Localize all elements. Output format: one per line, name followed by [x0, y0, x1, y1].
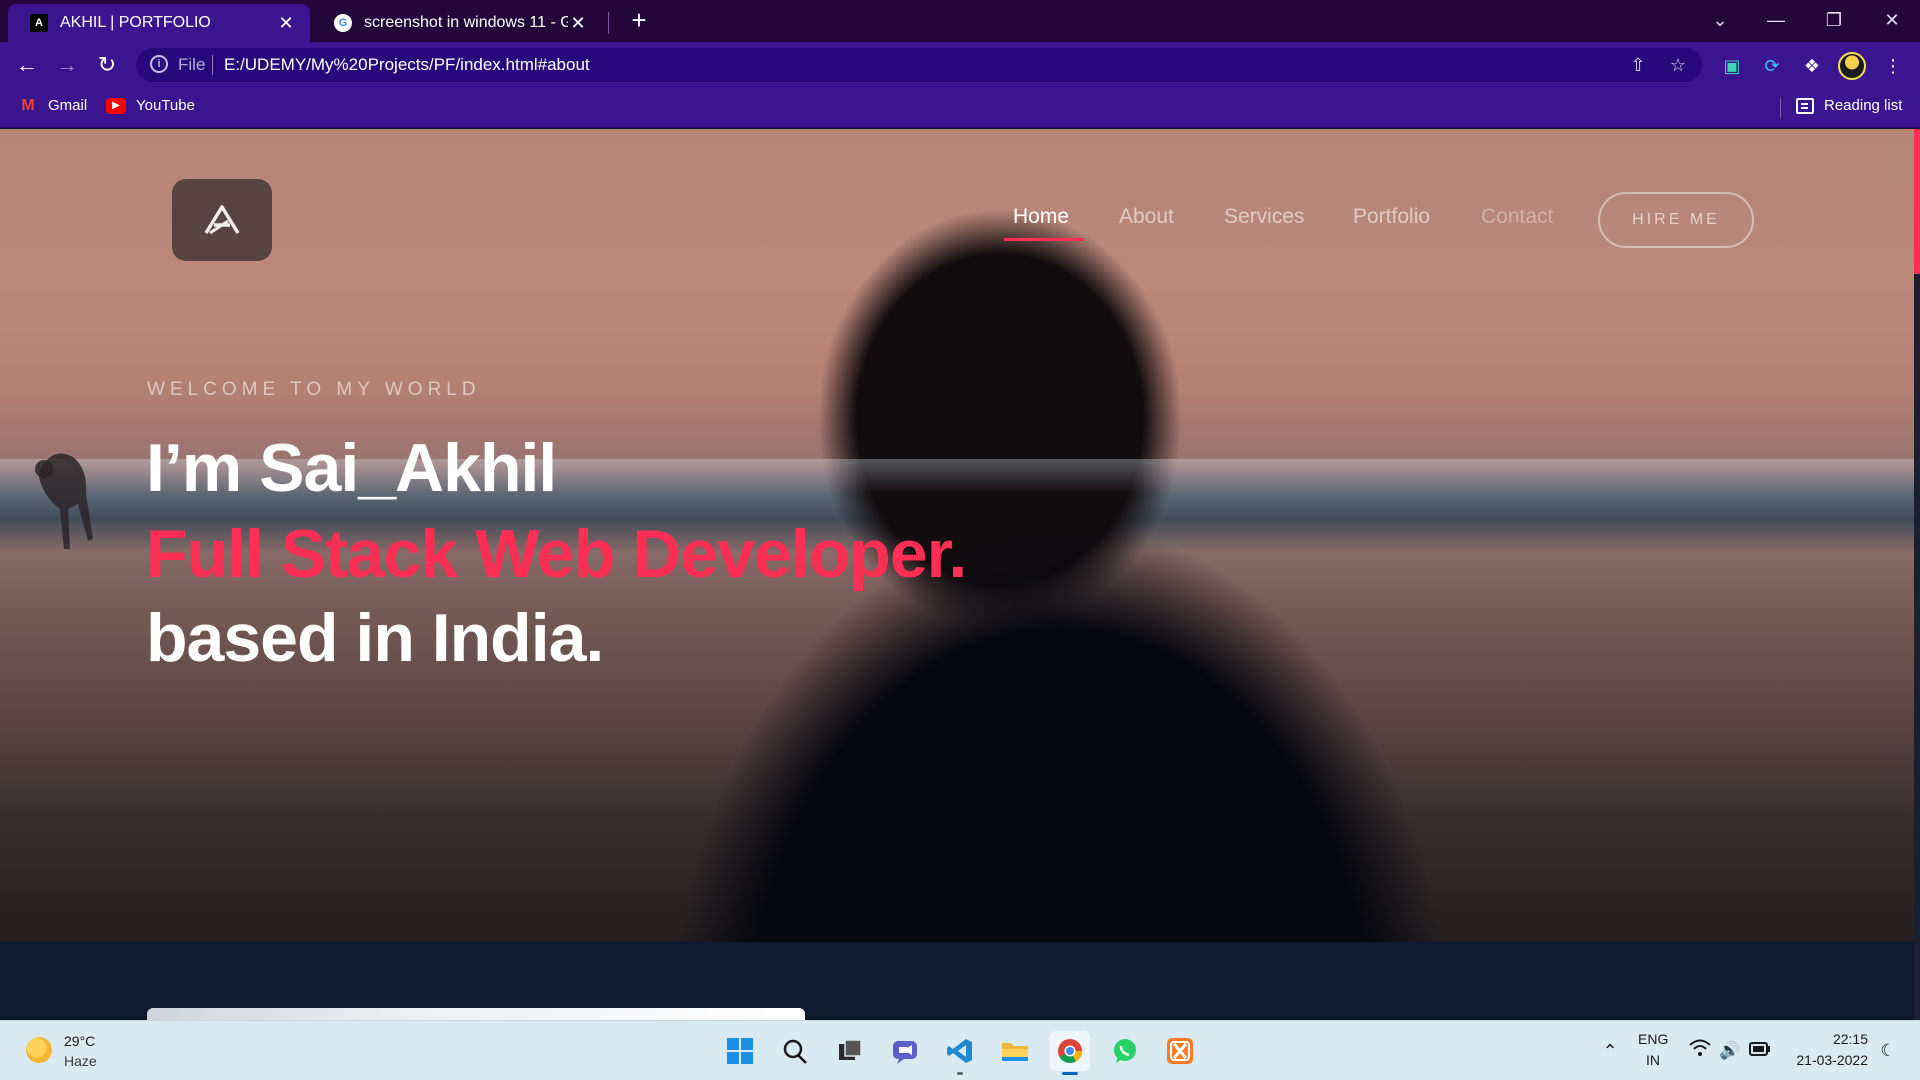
- google-favicon-icon: G: [334, 14, 352, 32]
- hero-headline-location: based in India.: [146, 600, 604, 676]
- weather-moon-icon: [26, 1037, 52, 1063]
- menu-kebab-icon[interactable]: ⋮: [1880, 53, 1906, 79]
- scheme-label: File: [178, 55, 206, 74]
- new-tab-button[interactable]: +: [624, 6, 654, 36]
- restore-button[interactable]: ❐: [1806, 0, 1862, 42]
- tab-google-search[interactable]: G screenshot in windows 11 - Goog ✕: [312, 4, 602, 42]
- hire-me-button[interactable]: HIRE ME: [1598, 192, 1754, 248]
- site-info-icon[interactable]: i: [150, 55, 168, 73]
- weather-description: Haze: [64, 1053, 97, 1069]
- tab-search-dropdown-icon[interactable]: ⌄: [1692, 0, 1748, 42]
- scrollbar-thumb[interactable]: [1914, 129, 1920, 274]
- minimize-button[interactable]: —: [1748, 0, 1804, 42]
- chrome-running-indicator: [1062, 1072, 1078, 1075]
- hero-headline-role: Full Stack Web Developer.: [146, 516, 967, 592]
- clock-date: 21-03-2022: [1796, 1052, 1868, 1068]
- address-divider: [212, 55, 213, 75]
- xampp-icon[interactable]: [1160, 1031, 1200, 1071]
- tab-title: screenshot in windows 11 - Goog: [364, 14, 568, 31]
- address-bar[interactable]: i File E:/UDEMY/My%20Projects/PF/index.h…: [136, 48, 1702, 82]
- reload-icon[interactable]: ↻: [92, 51, 122, 79]
- nav-services[interactable]: Services: [1224, 205, 1305, 229]
- welcome-subtitle: WELCOME TO MY WORLD: [147, 379, 481, 400]
- battery-icon[interactable]: [1748, 1039, 1772, 1063]
- file-explorer-icon[interactable]: [995, 1031, 1035, 1071]
- extension-screen-icon[interactable]: ▣: [1719, 53, 1745, 79]
- about-image-card: [147, 1008, 805, 1020]
- browser-toolbar: ← → ↻ i File E:/UDEMY/My%20Projects/PF/i…: [0, 42, 1920, 88]
- system-clock[interactable]: 22:15 21-03-2022: [1786, 1021, 1868, 1080]
- language-code: ENG: [1638, 1031, 1669, 1047]
- bookmark-label: YouTube: [136, 97, 195, 114]
- about-section: [0, 942, 1914, 1020]
- task-view-icon[interactable]: [830, 1031, 870, 1071]
- hero-background-figure: [35, 453, 93, 549]
- reading-list-button[interactable]: Reading list: [1796, 97, 1902, 114]
- chrome-icon[interactable]: [1050, 1031, 1090, 1075]
- nav-home[interactable]: Home: [1013, 205, 1069, 229]
- close-window-button[interactable]: ✕: [1864, 0, 1920, 42]
- nav-about[interactable]: About: [1119, 205, 1174, 229]
- logo-a-icon: [204, 205, 240, 235]
- share-icon[interactable]: ⇧: [1626, 53, 1650, 77]
- reading-list-label: Reading list: [1824, 97, 1903, 114]
- bookmark-label: Gmail: [48, 97, 88, 114]
- clock-time: 22:15: [1832, 1031, 1868, 1047]
- region-code: IN: [1646, 1052, 1660, 1068]
- close-tab-icon[interactable]: ✕: [568, 13, 588, 34]
- weather-temperature: 29°C: [64, 1033, 96, 1049]
- bookmark-gmail[interactable]: M Gmail: [18, 96, 88, 115]
- site-logo[interactable]: A: [172, 179, 272, 261]
- nav-portfolio[interactable]: Portfolio: [1353, 205, 1430, 229]
- show-hidden-icons-chevron-icon[interactable]: ⌃: [1598, 1039, 1622, 1063]
- profile-avatar[interactable]: [1838, 52, 1866, 80]
- windows-taskbar: 29°C Haze ⌃ ENG IN 🔊 22:15 21-03-2022 ☾: [0, 1020, 1920, 1080]
- bookmark-youtube[interactable]: ▶ YouTube: [106, 97, 195, 114]
- hero-section: A Home About Services Portfolio Contact …: [0, 129, 1914, 942]
- site-favicon-icon: A: [30, 14, 48, 32]
- focus-assist-moon-icon[interactable]: ☾: [1876, 1039, 1900, 1063]
- youtube-icon: ▶: [106, 97, 126, 114]
- bookmarks-bar: M Gmail ▶ YouTube Reading list: [0, 88, 1920, 128]
- teams-chat-icon[interactable]: [885, 1031, 925, 1071]
- volume-icon[interactable]: 🔊: [1718, 1039, 1742, 1063]
- extension-sync-icon[interactable]: ⟳: [1759, 53, 1785, 79]
- page-scrollbar[interactable]: [1914, 129, 1920, 1020]
- tab-title: AKHIL | PORTFOLIO: [60, 14, 211, 31]
- nav-contact[interactable]: Contact: [1481, 205, 1553, 229]
- url-text[interactable]: E:/UDEMY/My%20Projects/PF/index.html#abo…: [224, 55, 590, 75]
- back-arrow-icon[interactable]: ←: [12, 51, 42, 79]
- vscode-icon[interactable]: [940, 1031, 980, 1075]
- nav-active-underline: [1004, 238, 1084, 241]
- tab-separator: [608, 12, 609, 34]
- tab-akhil-portfolio[interactable]: A AKHIL | PORTFOLIO ✕: [8, 4, 310, 42]
- close-tab-icon[interactable]: ✕: [276, 13, 296, 34]
- windows-start-icon[interactable]: [720, 1031, 760, 1071]
- vscode-running-indicator: [957, 1072, 963, 1075]
- search-icon[interactable]: [775, 1031, 815, 1071]
- bookmarks-separator: [1780, 98, 1781, 118]
- gmail-icon: M: [21, 96, 35, 114]
- reading-list-icon: [1796, 97, 1814, 114]
- hero-headline-name: I’m Sai_Akhil: [146, 430, 557, 506]
- extensions-puzzle-icon[interactable]: ❖: [1799, 53, 1825, 79]
- forward-arrow-icon[interactable]: →: [52, 51, 82, 79]
- bookmark-star-icon[interactable]: ☆: [1666, 53, 1690, 77]
- wifi-icon[interactable]: [1688, 1039, 1712, 1063]
- page-viewport: A Home About Services Portfolio Contact …: [0, 129, 1920, 1020]
- browser-tab-strip: A AKHIL | PORTFOLIO ✕ G screenshot in wi…: [0, 0, 1920, 42]
- whatsapp-icon[interactable]: [1105, 1031, 1145, 1071]
